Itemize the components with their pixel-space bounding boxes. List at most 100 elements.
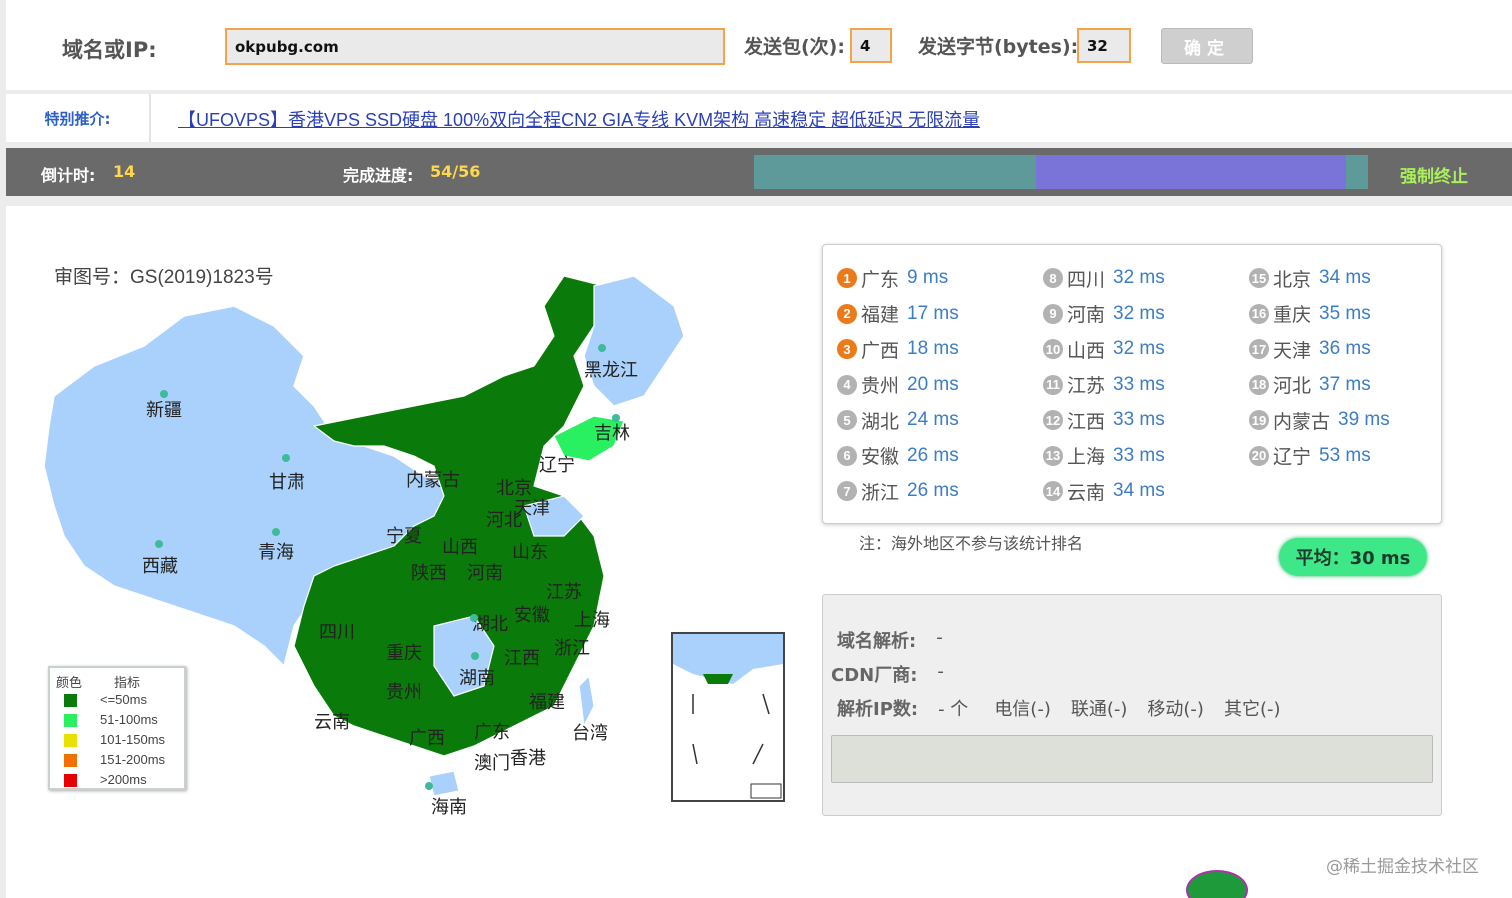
rank-province: 安徽	[861, 447, 900, 468]
map-label-sichuan: 四川	[319, 622, 355, 642]
ranking-item: 18 河北 37 ms	[1249, 373, 1371, 397]
rank-province: 贵州	[861, 376, 900, 397]
rank-province: 浙江	[861, 482, 900, 504]
map-label-heilongjiang: 黑龙江	[584, 360, 638, 380]
cdn-value: -	[937, 661, 944, 682]
rank-latency: 18 ms	[907, 338, 959, 359]
map-dot	[272, 528, 280, 536]
rank-badge: 18	[1249, 374, 1269, 395]
map-label-henan: 河南	[467, 563, 503, 583]
map-label-xinjiang: 新疆	[146, 400, 182, 420]
rank-badge: 12	[1043, 410, 1063, 430]
map-dot	[425, 782, 433, 790]
domain-input[interactable]: okpubg.com	[225, 28, 725, 65]
map-dot	[155, 540, 163, 548]
ranking-item: 17 天津 36 ms	[1249, 338, 1371, 362]
query-form: 域名或IP: okpubg.com 发送包(次): 4 发送字节(bytes):…	[6, 0, 1512, 90]
rank-badge: 13	[1043, 445, 1063, 466]
rank-latency: 20 ms	[907, 373, 959, 395]
ranking-item: 4 贵州 20 ms	[837, 373, 959, 397]
ranking-note: 注：海外地区不参与该统计排名	[859, 534, 1084, 553]
rank-badge: 11	[1043, 374, 1063, 395]
legend-swatch-3	[64, 754, 77, 767]
rank-province: 上海	[1067, 447, 1106, 468]
map-label-neimenggu: 内蒙古	[406, 470, 460, 490]
map-label-tianjin: 天津	[514, 498, 550, 518]
rank-latency: 34 ms	[1319, 267, 1371, 288]
dns-row: 域名解析: -	[837, 627, 943, 653]
packets-input[interactable]: 4	[850, 28, 892, 63]
map-label-hainan: 海南	[431, 797, 467, 817]
ranking-item: 15 北京 34 ms	[1249, 267, 1371, 291]
countdown-label: 倒计时:	[41, 166, 96, 185]
rank-badge: 8	[1043, 268, 1063, 288]
rank-latency: 33 ms	[1113, 373, 1165, 395]
ranking-item: 16 重庆 35 ms	[1249, 303, 1371, 326]
rank-badge: 2	[837, 303, 857, 324]
promo-link[interactable]: 【UFOVPS】香港VPS SSD硬盘 100%双向全程CN2 GIA专线 KV…	[178, 106, 980, 132]
rank-latency: 37 ms	[1319, 373, 1371, 395]
ranking-item: 13 上海 33 ms	[1043, 445, 1165, 468]
legend-swatch-4	[64, 774, 77, 787]
map-legend: 颜色 指标 <=50ms 51-100ms 101-150ms 151-200m…	[48, 666, 186, 790]
map-dot	[282, 454, 290, 462]
map-label-gansu: 甘肃	[269, 472, 305, 492]
packets-label: 发送包(次):	[744, 36, 845, 58]
force-stop-button[interactable]: 强制终止	[1400, 162, 1468, 187]
map-label-zhejiang: 浙江	[554, 638, 590, 658]
rank-badge: 10	[1043, 339, 1063, 359]
map-label-xizang: 西藏	[142, 556, 178, 576]
rank-province: 重庆	[1273, 305, 1312, 326]
map-dot	[612, 414, 620, 422]
map-label-beijing: 北京	[496, 478, 532, 498]
legend-label: 151-200ms	[100, 752, 166, 767]
map-region-taiwan	[578, 674, 595, 729]
dns-info-panel: 域名解析: - CDN厂商: - 解析IP数: - 个 电信(-) 联通(-) …	[822, 594, 1442, 816]
bytes-input[interactable]: 32	[1077, 28, 1131, 63]
rank-badge: 3	[837, 339, 857, 359]
ip-list-area[interactable]	[831, 735, 1433, 783]
map-region-northeast	[583, 275, 685, 407]
map-label-guangdong: 广东	[474, 722, 510, 742]
ranking-item: 2 福建 17 ms	[837, 303, 959, 326]
ranking-item: 3 广西 18 ms	[837, 338, 959, 362]
legend-header-color: 颜色	[56, 675, 83, 690]
map-label-jilin: 吉林	[594, 423, 630, 443]
confirm-button[interactable]: 确定	[1161, 28, 1253, 64]
dns-label: 域名解析:	[837, 631, 917, 652]
rank-latency: 32 ms	[1113, 267, 1165, 288]
rank-latency: 32 ms	[1113, 338, 1165, 359]
ranking-item: 19 内蒙古 39 ms	[1249, 409, 1390, 433]
rank-latency: 53 ms	[1319, 444, 1371, 466]
south-china-sea-inset	[671, 632, 785, 802]
cdn-label: CDN厂商:	[831, 665, 918, 686]
legend-label: >200ms	[100, 772, 147, 787]
legend-swatch-0	[64, 694, 77, 707]
rank-badge: 15	[1249, 268, 1269, 288]
map-dot	[470, 614, 478, 622]
rank-province: 内蒙古	[1273, 411, 1331, 433]
main-panel: 审图号：GS(2019)1823号 新疆 西藏 青海 甘肃 内蒙古 黑龙江 吉林…	[6, 206, 1512, 898]
map-label-taiwan: 台湾	[572, 723, 608, 743]
floating-map-widget[interactable]	[1186, 870, 1248, 898]
rank-badge: 16	[1249, 303, 1269, 324]
progress-value: 54/56	[430, 162, 481, 181]
telecom-count: 电信(-)	[994, 699, 1051, 720]
rank-badge: 20	[1249, 445, 1269, 466]
map-label-chongqing: 重庆	[386, 643, 422, 663]
watermark: @稀土掘金技术社区	[1326, 857, 1479, 877]
rank-latency: 26 ms	[907, 444, 959, 466]
ranking-item: 20 辽宁 53 ms	[1249, 444, 1371, 468]
domain-label: 域名或IP:	[62, 38, 157, 62]
map-region-hainan	[428, 770, 460, 797]
progress-fill	[1036, 155, 1346, 189]
ranking-item: 12 江西 33 ms	[1043, 409, 1165, 433]
status-bar: 倒计时: 14 完成进度: 54/56 强制终止	[6, 148, 1512, 196]
map-label-hongkong: 香港	[510, 748, 546, 768]
rank-badge: 6	[837, 445, 857, 466]
rank-province: 江苏	[1067, 376, 1106, 397]
map-label-shandong: 山东	[512, 542, 548, 562]
ranking-panel: 1 广东 9 ms 2 福建 17 ms 3 广西 18 ms 4 贵州 20 ms 5 湖北 24 ms 6…	[822, 244, 1442, 524]
map-label-shanxi: 山西	[442, 537, 478, 557]
rank-badge: 1	[837, 268, 857, 288]
